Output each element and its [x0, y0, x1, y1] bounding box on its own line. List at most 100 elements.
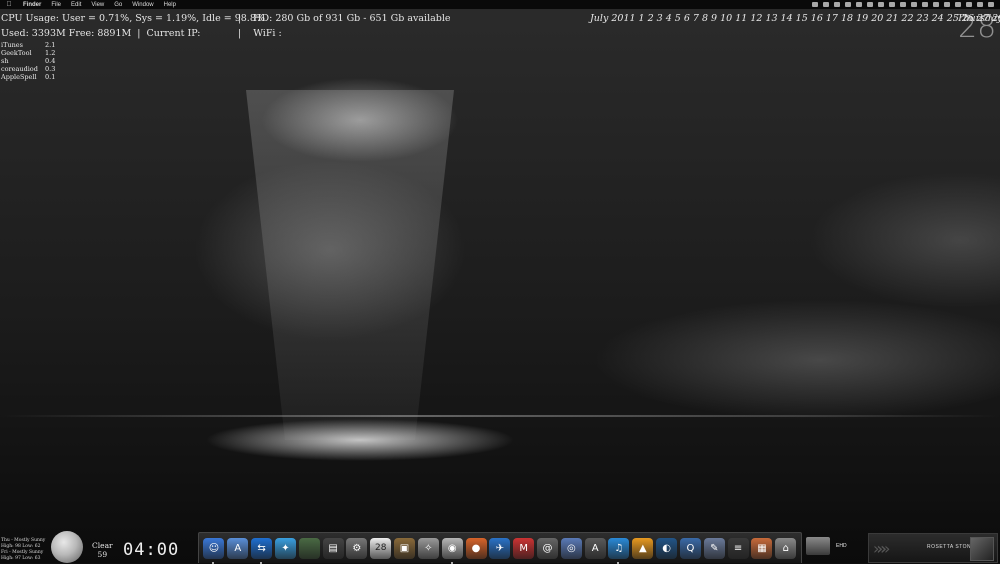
menu-go[interactable]: Go — [109, 2, 127, 8]
teamviewer-glyph: ⇆ — [257, 542, 266, 554]
address-book-icon[interactable]: @ — [537, 537, 558, 559]
menu-extras — [812, 0, 994, 9]
list-item: sh 0.4 — [1, 57, 56, 65]
preview-glyph: ◉ — [447, 542, 457, 554]
teamviewer-icon[interactable]: ⇆ — [251, 537, 273, 564]
safari-glyph: ✧ — [424, 542, 433, 554]
list-item: coreaudiod 0.3 — [1, 65, 56, 73]
status-icon[interactable] — [867, 2, 873, 7]
menu-edit[interactable]: Edit — [66, 2, 86, 8]
status-icon[interactable] — [878, 2, 884, 7]
finder-glyph: ☺ — [208, 542, 220, 554]
spotlight-icon[interactable] — [988, 2, 994, 7]
menu-file[interactable]: File — [46, 2, 66, 8]
status-icon[interactable] — [823, 2, 829, 7]
sparrow-mail-glyph: M — [519, 542, 528, 554]
sparrow-mail-icon[interactable]: M — [513, 537, 535, 559]
desktop-wallpaper — [0, 0, 1000, 563]
separator: | — [238, 28, 242, 39]
ical-icon[interactable]: 28 — [370, 537, 392, 559]
wifi-icon[interactable] — [955, 2, 961, 7]
vlc-icon[interactable]: ▲ — [632, 537, 654, 559]
status-icon[interactable] — [812, 2, 818, 7]
separator: | — [137, 28, 141, 39]
status-icon[interactable] — [933, 2, 939, 7]
status-icon[interactable] — [889, 2, 895, 7]
weather-forecast: Thu - Mostly Sunny High: 98 Low: 62 Fri … — [1, 538, 46, 561]
ical-glyph: 28 — [374, 543, 387, 553]
mail-icon[interactable]: ✈ — [489, 537, 511, 559]
address-book-glyph: @ — [542, 542, 553, 554]
calendar-strip: July 2011 1 2 3 4 5 6 7 8 9 10 11 12 13 … — [590, 13, 1000, 24]
iphoto-icon[interactable]: ▣ — [394, 537, 416, 559]
firefox-icon[interactable]: ● — [465, 537, 487, 559]
quicktime-glyph: Q — [686, 542, 695, 554]
itunes-helper-icon[interactable]: ◎ — [560, 537, 582, 559]
system-preferences-icon[interactable]: ⚙ — [346, 537, 368, 559]
clock: 04:00 — [123, 540, 180, 560]
current-day-name: Thursday — [957, 13, 1000, 24]
hd-usage: | HD: 280 Gb of 931 Gb - 651 Gb available — [238, 13, 451, 24]
volume-icon[interactable] — [966, 2, 972, 7]
external-drive-label: EHD — [836, 543, 847, 549]
terminal-icon[interactable] — [298, 537, 320, 559]
battery-icon[interactable] — [977, 2, 983, 7]
condition-text: Clear — [92, 541, 113, 550]
trash-icon[interactable]: ⌂ — [775, 537, 797, 559]
documents-stack-glyph: ▦ — [757, 542, 767, 554]
itunes-helper-glyph: ◎ — [566, 542, 576, 554]
status-icon[interactable] — [856, 2, 862, 7]
itunes-glyph: ♫ — [614, 542, 624, 554]
vuze-glyph: ◐ — [662, 542, 671, 554]
hd-value: HD: 280 Gb of 931 Gb - 651 Gb available — [253, 13, 451, 24]
status-icon[interactable] — [911, 2, 917, 7]
cpu-usage: CPU Usage: User = 0.71%, Sys = 1.19%, Id… — [1, 13, 265, 24]
album-art — [970, 537, 994, 561]
iphoto-glyph: ▣ — [399, 542, 410, 554]
vuze-icon[interactable]: ◐ — [656, 537, 678, 559]
finder-icon[interactable]: ☺ — [203, 537, 225, 564]
horizon-line — [0, 415, 1000, 417]
itunes-icon[interactable]: ♫ — [608, 537, 630, 564]
external-drive-icon[interactable] — [806, 537, 830, 555]
memory-value: Used: 3393M Free: 8891M — [1, 28, 132, 39]
apple-menu-icon[interactable]:  — [0, 1, 18, 8]
status-icon[interactable] — [845, 2, 851, 7]
menu-finder[interactable]: Finder — [18, 2, 46, 8]
temperature: 59 — [97, 550, 108, 559]
stack-folder-icon[interactable]: ≡ — [727, 537, 749, 559]
status-icon[interactable] — [834, 2, 840, 7]
separator: | — [238, 13, 242, 24]
xcode-icon[interactable]: ✎ — [703, 537, 725, 559]
menu-help[interactable]: Help — [159, 2, 181, 8]
moon-phase-icon — [51, 531, 83, 563]
status-icon[interactable] — [944, 2, 950, 7]
dock: ☺ A ⇆ ✦ ▤ ⚙ 28 ▣ ✧ ◉ ● ✈ M @ ◎ A ♫ ▲ ◐ Q ✎ ≡ ▦ ⌂ — [198, 532, 802, 564]
mail-glyph: ✈ — [495, 542, 505, 554]
app-store-icon[interactable]: A — [584, 537, 606, 559]
documents-stack-icon[interactable]: ▦ — [751, 537, 773, 559]
twitter-icon[interactable]: ✦ — [274, 537, 296, 559]
now-playing-widget[interactable]: »»» ROSETTA STONED — [868, 533, 998, 563]
list-item: iTunes 2.1 — [1, 41, 56, 49]
menu-view[interactable]: View — [86, 2, 109, 8]
status-icon[interactable] — [900, 2, 906, 7]
trash-glyph: ⌂ — [782, 542, 789, 554]
menu-bar:  Finder File Edit View Go Window Help — [0, 0, 1000, 9]
applications-folder-glyph: A — [234, 542, 242, 554]
list-item: GeekTool 1.2 — [1, 49, 56, 57]
activity-monitor-icon[interactable]: ▤ — [322, 537, 344, 559]
applications-folder-icon[interactable]: A — [227, 537, 249, 559]
safari-icon[interactable]: ✧ — [417, 537, 439, 559]
status-icon[interactable] — [922, 2, 928, 7]
process-list: iTunes 2.1 GeekTool 1.2 sh 0.4 coreaudiod 0.… — [1, 41, 55, 81]
firefox-glyph: ● — [471, 542, 481, 554]
quicktime-icon[interactable]: Q — [679, 537, 701, 559]
wifi-status: | WiFi : — [238, 28, 282, 39]
vlc-glyph: ▲ — [638, 542, 647, 554]
memory-usage: Used: 3393M Free: 8891M | Current IP: — [1, 28, 201, 39]
preview-icon[interactable]: ◉ — [441, 537, 463, 564]
menu-window[interactable]: Window — [127, 2, 158, 8]
current-ip: Current IP: — [146, 28, 201, 39]
wifi-value: WiFi : — [253, 28, 282, 39]
